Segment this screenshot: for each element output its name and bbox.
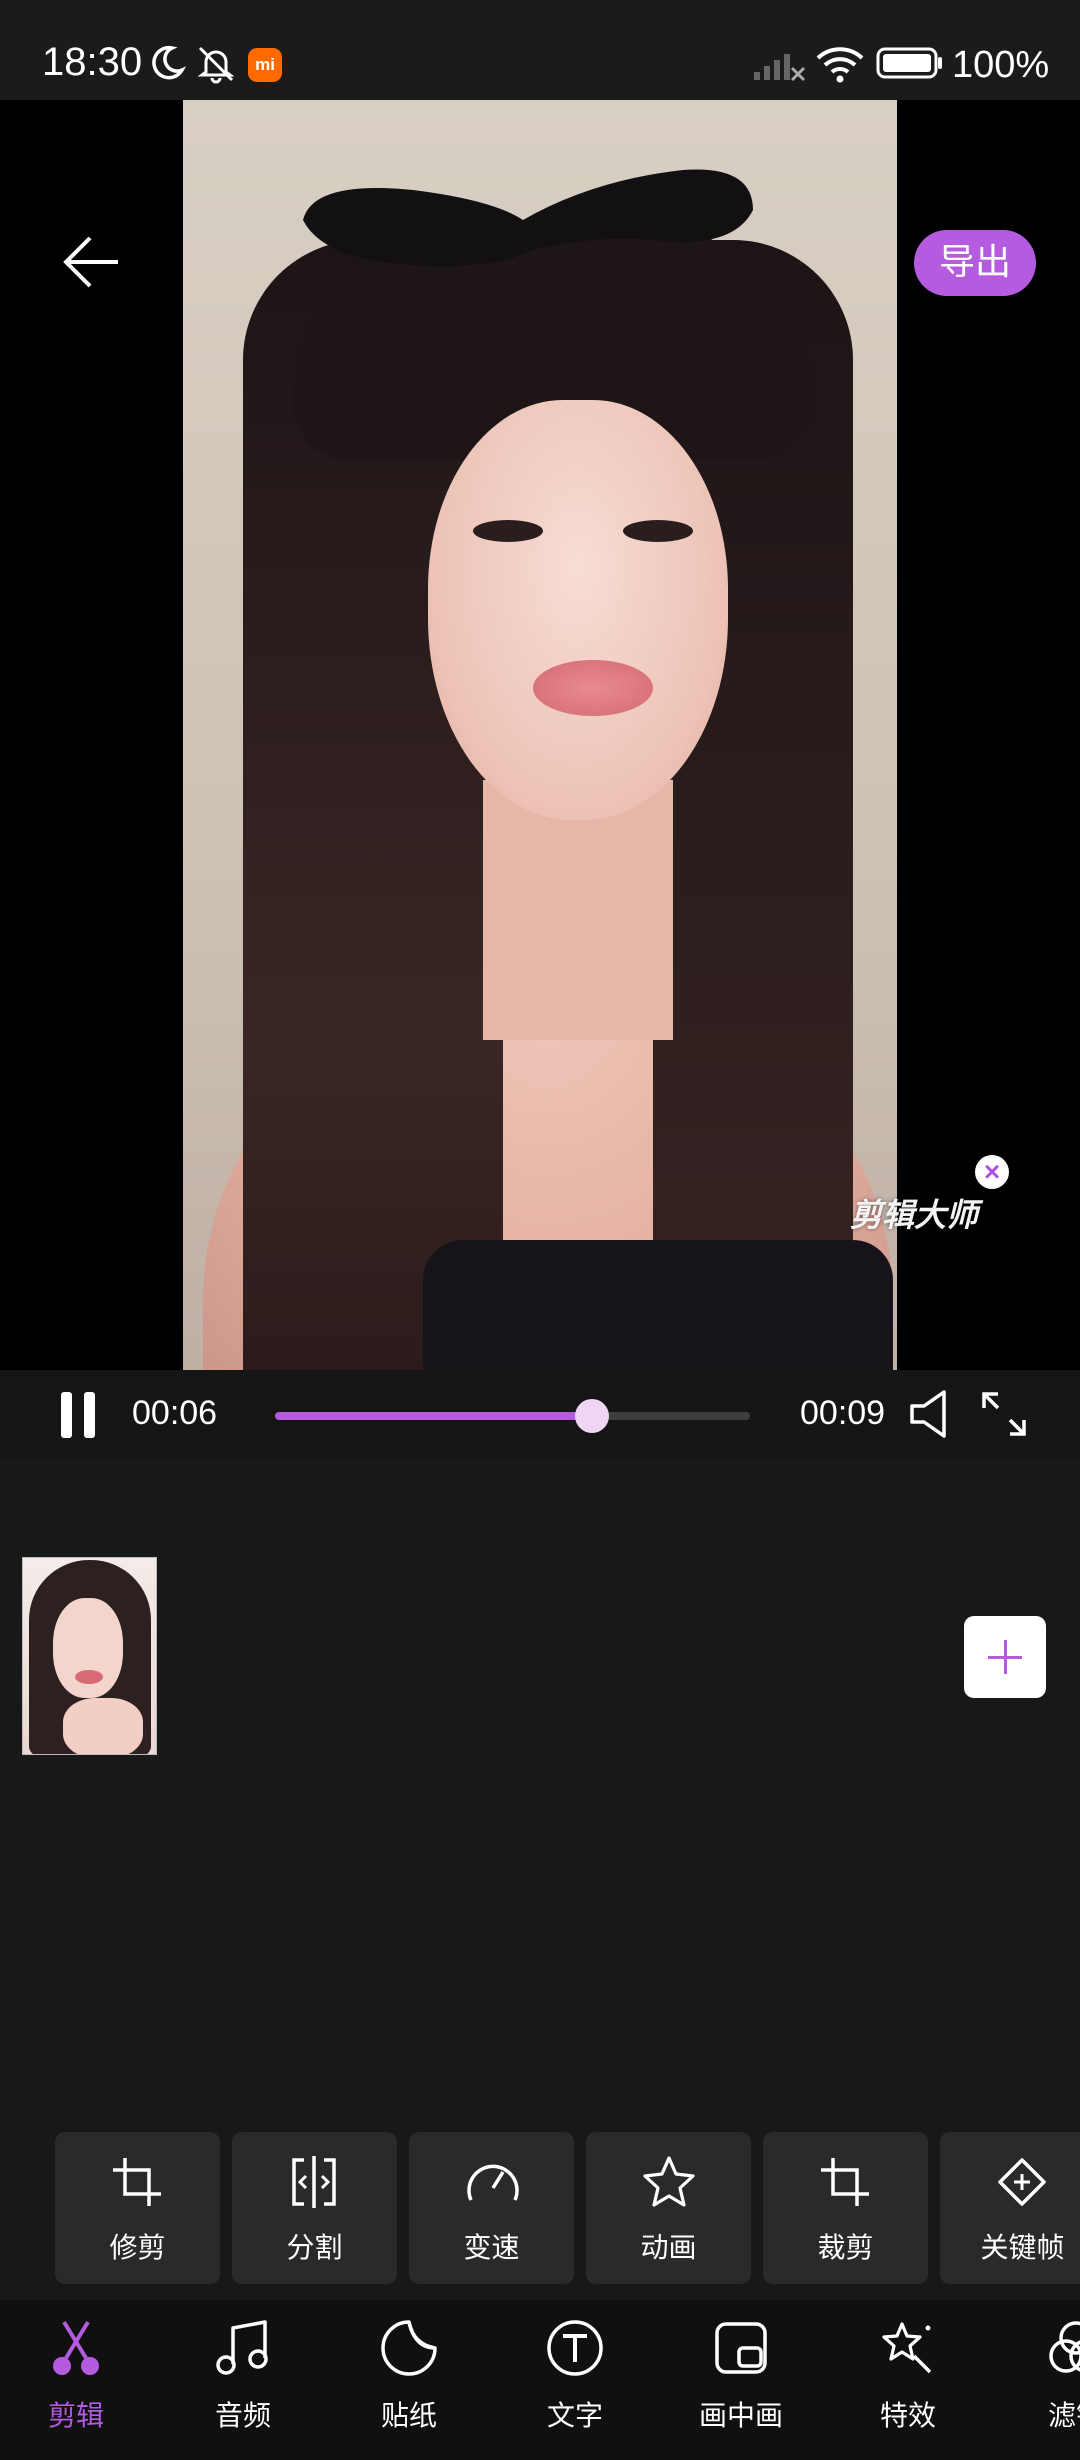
mi-notification-badge: mi xyxy=(248,48,282,82)
crop-icon xyxy=(821,2158,869,2206)
status-bar: 18:30 mi 100% xyxy=(0,0,1080,100)
current-time: 00:06 xyxy=(132,1394,218,1432)
nav-label: 音频 xyxy=(214,2399,271,2432)
total-time: 00:09 xyxy=(800,1394,886,1432)
status-time: 18:30 xyxy=(42,40,143,84)
speed-icon xyxy=(467,2164,519,2201)
progress-fill xyxy=(275,1412,592,1420)
nav-text[interactable]: 文字 xyxy=(515,2318,635,2432)
volume-icon[interactable] xyxy=(908,1388,956,1440)
progress-track[interactable] xyxy=(275,1399,750,1433)
tool-split[interactable]: 分割 xyxy=(232,2132,397,2284)
bell-muted-icon xyxy=(197,46,235,84)
signal-icon xyxy=(754,54,806,82)
back-arrow-icon[interactable] xyxy=(60,230,124,294)
nav-label: 剪辑 xyxy=(47,2399,104,2432)
tool-label: 动画 xyxy=(640,2231,697,2264)
video-frame[interactable] xyxy=(183,100,897,1370)
tool-keyframe[interactable]: 关键帧 xyxy=(940,2132,1080,2284)
nav-label: 贴纸 xyxy=(380,2399,437,2432)
nav-pip[interactable]: 画中画 xyxy=(681,2318,801,2432)
nav-label: 滤镜 xyxy=(1047,2399,1080,2432)
do-not-disturb-moon-icon xyxy=(152,45,186,80)
trim-icon xyxy=(113,2158,161,2206)
tool-label: 裁剪 xyxy=(817,2231,874,2264)
nav-label: 画中画 xyxy=(698,2399,783,2432)
video-preview[interactable]: 导出 xyxy=(0,100,1080,1370)
bottom-nav: 剪辑 音频 贴纸 文字 画中画 特效 滤 xyxy=(0,2300,1080,2460)
nav-edit[interactable]: 剪辑 xyxy=(16,2318,136,2432)
edit-tool-row[interactable]: 修剪 分割 变速 动画 裁剪 关键帧 xyxy=(0,2132,1080,2286)
video-face xyxy=(428,400,728,820)
nav-sticker[interactable]: 贴纸 xyxy=(349,2318,469,2432)
add-clip-button[interactable] xyxy=(964,1616,1046,1698)
playback-bar: 00:06 00:09 xyxy=(0,1370,1080,1458)
fullscreen-icon[interactable] xyxy=(980,1390,1028,1438)
filter-icon xyxy=(1049,2321,1080,2373)
clip-lips xyxy=(75,1670,103,1684)
clip-hand xyxy=(63,1698,143,1754)
watermark-close-icon[interactable]: × xyxy=(975,1155,1009,1189)
tool-trim[interactable]: 修剪 xyxy=(55,2132,220,2284)
watermark-text: 剪辑大师 xyxy=(850,1196,979,1234)
video-sunglasses xyxy=(303,169,753,266)
tool-label: 分割 xyxy=(286,2231,343,2264)
tool-label: 关键帧 xyxy=(980,2231,1065,2264)
battery-percentage: 100% xyxy=(952,44,1050,86)
pause-icon[interactable] xyxy=(58,1392,98,1438)
sticker-icon xyxy=(381,2320,437,2376)
battery-icon xyxy=(876,47,942,79)
effects-icon xyxy=(882,2322,932,2374)
wifi-icon xyxy=(816,47,864,83)
video-eye-right xyxy=(623,520,693,542)
clip-thumbnail[interactable] xyxy=(22,1557,157,1755)
nav-label: 特效 xyxy=(879,2399,936,2432)
text-icon xyxy=(547,2320,603,2376)
scissors-icon xyxy=(53,2320,99,2375)
tool-label: 修剪 xyxy=(109,2231,166,2264)
animation-star-icon xyxy=(643,2156,695,2207)
video-lips xyxy=(533,660,653,716)
video-eye-left xyxy=(473,520,543,542)
picture-in-picture-icon xyxy=(715,2322,767,2374)
tool-animation[interactable]: 动画 xyxy=(586,2132,751,2284)
export-button[interactable]: 导出 xyxy=(914,230,1036,296)
progress-thumb[interactable] xyxy=(574,1399,609,1433)
nav-audio[interactable]: 音频 xyxy=(183,2318,303,2432)
nav-effects[interactable]: 特效 xyxy=(848,2318,968,2432)
keyframe-icon xyxy=(998,2158,1046,2206)
video-black-top xyxy=(423,1240,893,1370)
split-icon xyxy=(292,2156,336,2208)
tool-speed[interactable]: 变速 xyxy=(409,2132,574,2284)
tool-crop[interactable]: 裁剪 xyxy=(763,2132,928,2284)
nav-filter[interactable]: 滤镜 xyxy=(1016,2318,1080,2432)
tool-label: 变速 xyxy=(463,2231,520,2264)
nav-label: 文字 xyxy=(546,2399,603,2432)
music-note-icon xyxy=(216,2320,268,2375)
